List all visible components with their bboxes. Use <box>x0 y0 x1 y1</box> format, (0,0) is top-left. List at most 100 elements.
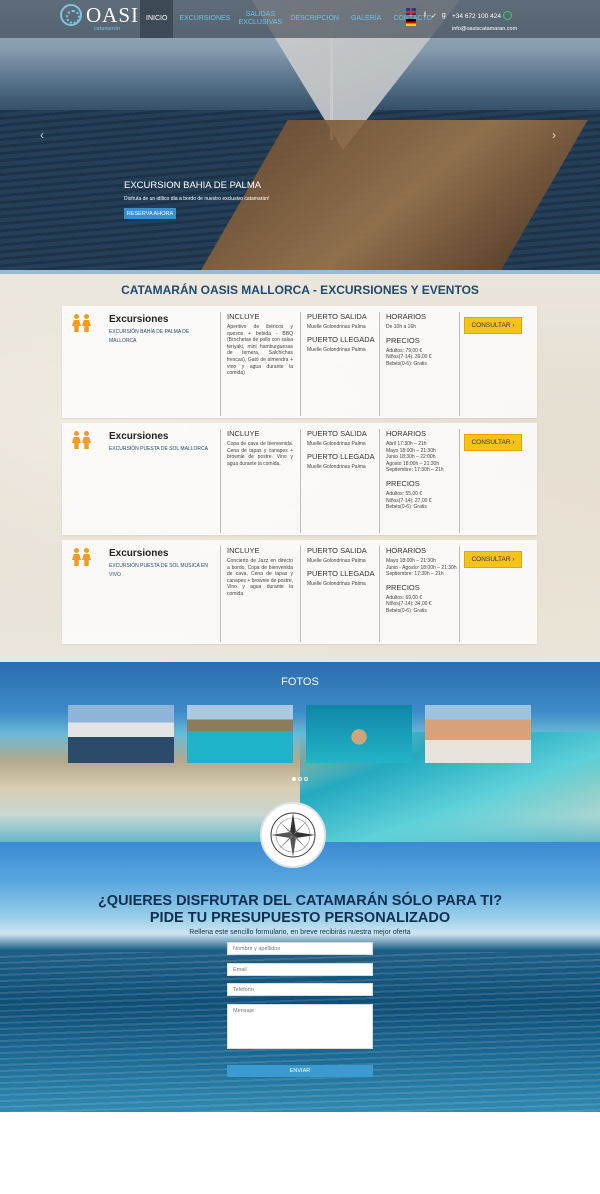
google-plus-icon[interactable]: g <box>442 12 446 20</box>
incluye-column: INCLUYE Aperitivo de ibéricos y quesos +… <box>220 312 298 416</box>
people-icon <box>72 548 91 566</box>
puerto-llegada-value: Muelle Golondrinas Palma <box>307 463 366 470</box>
precio-line: Niños(7-14): 39,00 € <box>386 354 432 361</box>
horarios-heading: HORARIOS <box>386 429 427 438</box>
logo-icon <box>60 4 82 26</box>
column-divider <box>459 546 460 642</box>
phone-number[interactable]: +34 672 100 424 <box>452 13 501 20</box>
incluye-text: Aperitivo de ibéricos y quesos + bebida … <box>227 324 293 377</box>
name-field[interactable] <box>227 942 373 955</box>
whatsapp-icon[interactable] <box>503 11 512 20</box>
excursion-title: Excursiones <box>109 548 169 559</box>
precio-line: Bebés(0-6): Gratis <box>386 607 427 614</box>
excursion-card: Excursiones EXCURSIÓN PUESTA DE SOL MUSI… <box>62 540 537 644</box>
carousel-dot[interactable] <box>304 777 308 781</box>
incluye-heading: INCLUYE <box>227 429 260 438</box>
email-field[interactable] <box>227 963 373 976</box>
precio-line: Bebés(0-6): Gratis <box>386 360 427 367</box>
excursion-title: Excursiones <box>109 431 169 442</box>
carousel-dot[interactable] <box>298 777 302 781</box>
slider-prev-arrow-icon[interactable]: ‹ <box>40 128 44 142</box>
horario-line: Junio 18:30h – 22:00h <box>386 454 436 461</box>
slider-next-arrow-icon[interactable]: › <box>552 128 556 142</box>
logo[interactable]: OASIS <box>60 4 152 26</box>
horarios-heading: HORARIOS <box>386 546 427 555</box>
nav-item-descripcion[interactable]: DESCRIPCIÓN <box>284 0 345 38</box>
phone-field[interactable] <box>227 983 373 996</box>
puerto-salida-value: Muelle Golondrinas Palma <box>307 558 366 564</box>
gallery-photo[interactable] <box>425 705 531 763</box>
horario-line: Septiembre: 17:30h – 21h <box>386 467 444 474</box>
cta-description: Rellena este sencillo formulario, en bre… <box>189 929 411 936</box>
incluye-text: Copa de cava de bienvenida. Cena de tapa… <box>227 441 293 467</box>
precio-line: Bebés(0-6): Gratis <box>386 504 427 511</box>
gallery-photo[interactable] <box>187 705 293 763</box>
horario-line: Septiembre: 17:30h – 21h <box>386 571 444 578</box>
puerto-llegada-value: Muelle Golondrinas Palma <box>307 346 366 353</box>
horario-line: Abril 17:30h – 21h <box>386 441 427 447</box>
consultar-button[interactable]: CONSULTAR › <box>464 317 522 334</box>
slide-subtitle: Disfruta de un idílico día a bordo de nu… <box>124 196 270 202</box>
precio-line: Adultos: 79,00 € <box>386 347 423 354</box>
main-nav: INICIO EXCURSIONES SALIDAS EXCLUSIVAS DE… <box>140 0 438 38</box>
top-navigation-bar: OASIS catamarán INICIO EXCURSIONES SALID… <box>0 0 600 38</box>
facebook-icon[interactable]: f <box>424 12 426 20</box>
horarios-column: HORARIOS De 10h a 16h PRECIOS Adultos: 7… <box>379 312 459 416</box>
puerto-llegada-value: Muelle Golondrinas Palma <box>307 580 366 587</box>
horarios-column: HORARIOS Abril 17:30h – 21h Mayo 18:00h … <box>379 429 459 533</box>
puertos-column: PUERTO SALIDA Muelle Golondrinas Palma P… <box>300 546 378 642</box>
german-flag-icon[interactable] <box>406 19 416 26</box>
horario-line: Junio - Agosto: 18:00h – 21:30h <box>386 564 457 571</box>
incluye-heading: INCLUYE <box>227 546 260 555</box>
puerto-llegada-heading: PUERTO LLEGADA <box>307 451 375 461</box>
people-icon <box>72 431 91 449</box>
twitter-icon[interactable]: ✓ <box>431 12 437 20</box>
enviar-button[interactable]: ENVIAR <box>227 1065 373 1077</box>
email-address[interactable]: info@oasiscatamaran.com <box>452 26 517 32</box>
precio-line: Adultos: 55,00 € <box>386 490 423 497</box>
message-field[interactable] <box>227 1004 373 1049</box>
nav-item-excursiones[interactable]: EXCURSIONES <box>173 0 236 38</box>
puerto-llegada-heading: PUERTO LLEGADA <box>307 334 375 344</box>
compass-rose-icon <box>260 802 326 868</box>
precio-line: Niños(7-14): 27,00 € <box>386 497 432 504</box>
carousel-dots <box>292 777 308 781</box>
horario-line: Agosto 18:00h – 21:30h <box>386 460 440 467</box>
puertos-column: PUERTO SALIDA Muelle Golondrinas Palma P… <box>300 429 378 533</box>
nav-item-galeria[interactable]: GALERÍA <box>345 0 387 38</box>
excursion-title: Excursiones <box>109 314 169 325</box>
excursion-card: Excursiones EXCURSIÓN BAHÍA DE PALMA DE … <box>62 306 537 418</box>
gallery-photo[interactable] <box>306 705 412 763</box>
precio-line: Niños(7-14): 34,00 € <box>386 601 432 608</box>
reserva-ahora-button[interactable]: RESERVA AHORA <box>124 208 176 219</box>
horario-line: De 10h a 16h <box>386 324 417 330</box>
consultar-button[interactable]: CONSULTAR › <box>464 551 522 568</box>
puerto-salida-value: Muelle Golondrinas Palma <box>307 441 366 447</box>
consultar-button[interactable]: CONSULTAR › <box>464 434 522 451</box>
carousel-dot[interactable] <box>292 777 296 781</box>
nav-item-salidas-exclusivas[interactable]: SALIDAS EXCLUSIVAS <box>236 0 284 38</box>
incluye-column: INCLUYE Concierto de Jazz en directo a b… <box>220 546 298 642</box>
english-flag-icon[interactable] <box>406 8 416 15</box>
fotos-title: FOTOS <box>281 676 319 688</box>
puertos-column: PUERTO SALIDA Muelle Golondrinas Palma P… <box>300 312 378 416</box>
excursion-subtitle: EXCURSIÓN PUESTA DE SOL MALLORCA <box>109 446 208 452</box>
precio-line: Adultos: 69,00 € <box>386 594 423 601</box>
hero-shade <box>0 0 600 270</box>
puerto-salida-heading: PUERTO SALIDA <box>307 312 367 321</box>
incluye-column: INCLUYE Copa de cava de bienvenida. Cena… <box>220 429 298 533</box>
incluye-heading: INCLUYE <box>227 312 260 321</box>
precios-heading: PRECIOS <box>386 335 420 345</box>
nav-item-inicio[interactable]: INICIO <box>140 0 174 38</box>
horarios-column: HORARIOS Mayo 18:00h – 21:30h Junio - Ag… <box>379 546 459 642</box>
excursion-card: Excursiones EXCURSIÓN PUESTA DE SOL MALL… <box>62 423 537 535</box>
logo-tagline: catamarán <box>94 26 120 32</box>
incluye-text: Concierto de Jazz en directo a bordo, Co… <box>227 558 293 597</box>
precios-heading: PRECIOS <box>386 478 420 488</box>
social-links: f ✓ g <box>424 12 446 20</box>
people-icon <box>72 314 91 332</box>
puerto-llegada-heading: PUERTO LLEGADA <box>307 568 375 578</box>
gallery-photo[interactable] <box>68 705 174 763</box>
column-divider <box>459 429 460 533</box>
puerto-salida-heading: PUERTO SALIDA <box>307 429 367 438</box>
